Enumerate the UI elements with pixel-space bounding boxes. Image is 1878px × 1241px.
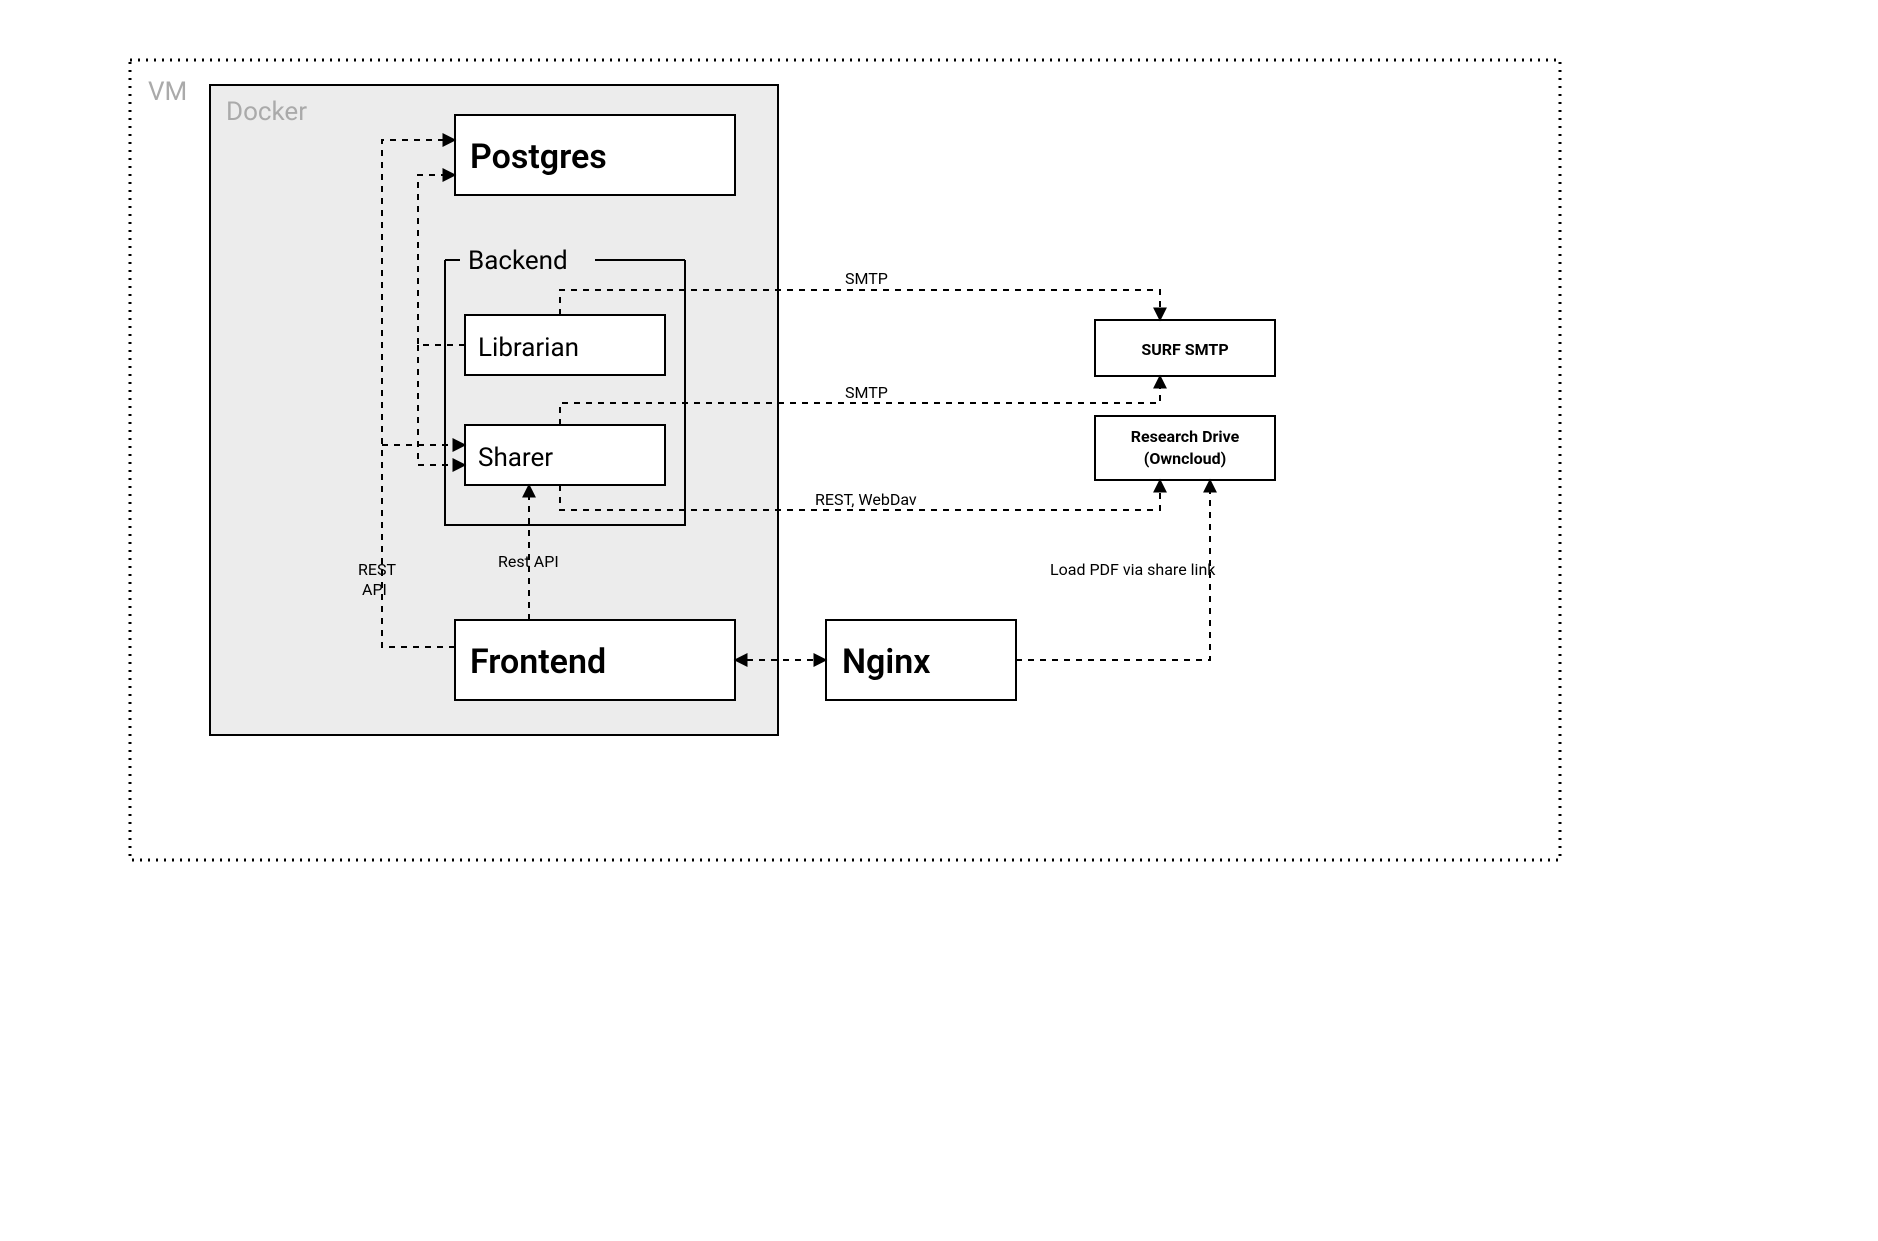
librarian-label: Librarian <box>478 333 579 363</box>
edge-rest-api-1: REST <box>358 560 396 579</box>
edge-rest-webdav-label: REST, WebDav <box>815 490 917 509</box>
edge-smtp2-label: SMTP <box>845 383 888 402</box>
backend-title: Backend <box>468 246 568 276</box>
frontend-label: Frontend <box>470 642 606 682</box>
edge-load-pdf-label: Load PDF via share link <box>1050 560 1216 579</box>
vm-title: VM <box>148 77 187 107</box>
sharer-label: Sharer <box>478 443 553 473</box>
postgres-label: Postgres <box>470 137 607 177</box>
edge-rest-api-2: API <box>362 580 387 599</box>
architecture-diagram: VM Docker Backend Postgres Librarian Sha… <box>0 0 1878 1241</box>
surf-smtp-label: SURF SMTP <box>1141 340 1228 359</box>
edge-rest-api2-label: Rest API <box>498 552 559 571</box>
research-drive-label-2: (Owncloud) <box>1144 449 1227 468</box>
docker-title: Docker <box>226 97 307 127</box>
research-drive-node <box>1095 416 1275 480</box>
research-drive-label-1: Research Drive <box>1131 427 1240 446</box>
edge-smtp1-label: SMTP <box>845 269 888 288</box>
nginx-label: Nginx <box>842 642 930 682</box>
